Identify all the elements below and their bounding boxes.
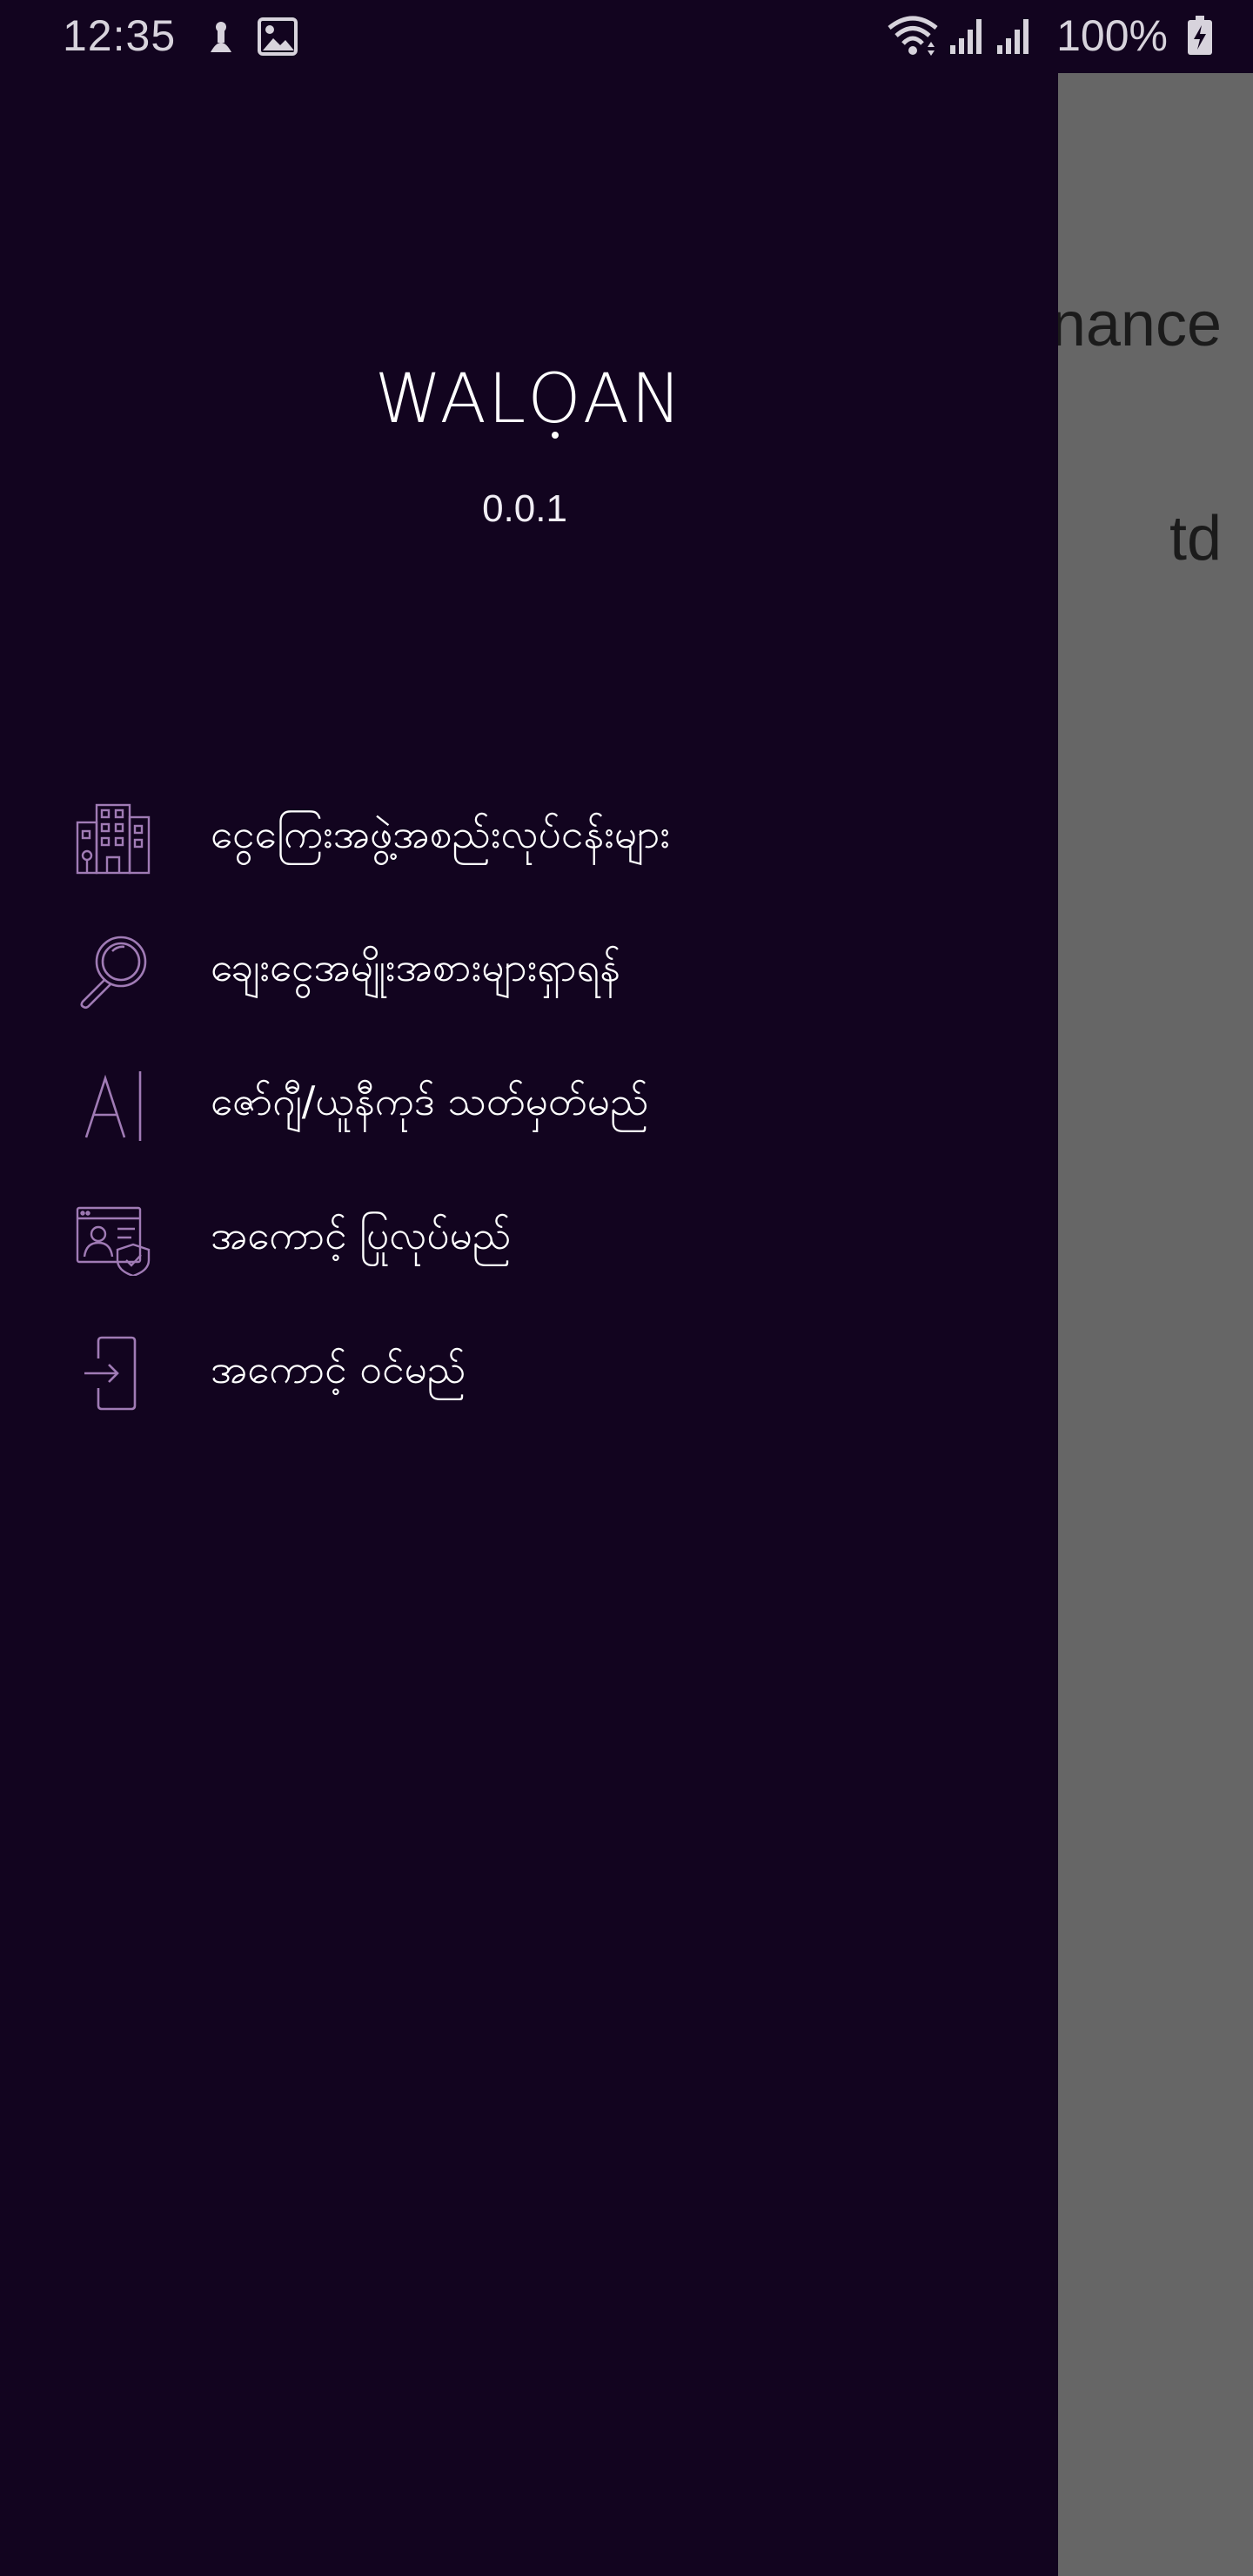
- brand-logo: WALOAN: [0, 360, 1058, 439]
- navigation-drawer: WALOAN 0.0.1 ငွေကြေးအဖွဲ့အစည်းလုပ်ငန်းမျ…: [0, 0, 1058, 2576]
- status-time: 12:35: [63, 11, 177, 60]
- background-text-line-2: td: [1169, 504, 1222, 574]
- signal-icon: [994, 16, 1035, 59]
- usb-icon: [202, 17, 240, 59]
- battery-percentage: 100%: [1056, 11, 1168, 60]
- menu-item-label: ဇော်ဂျီ/ယူနီကုဒ် သတ်မှတ်မည်: [211, 1077, 649, 1124]
- brand-logo-suffix: AN: [582, 360, 684, 439]
- brand-logo-prefix: WAL: [374, 360, 528, 439]
- menu-item-label: ချေးငွေအမျိုးအစားများရှာရန်: [211, 943, 620, 990]
- login-icon: [71, 1332, 155, 1415]
- menu-item-label: အကောင့် ဝင်မည်: [211, 1345, 466, 1392]
- wifi-icon: [886, 14, 940, 61]
- status-bar: 12:35 100%: [0, 0, 1253, 73]
- building-icon: [71, 796, 155, 880]
- font-icon: [71, 1063, 155, 1147]
- menu-item-financial-institutions[interactable]: ငွေကြေးအဖွဲ့အစည်းလုပ်ငန်းများ: [0, 773, 1058, 903]
- register-account-icon: [71, 1197, 155, 1281]
- app-version: 0.0.1: [482, 487, 567, 530]
- menu-item-login[interactable]: အကောင့် ဝင်မည်: [0, 1308, 1058, 1439]
- menu-item-label: ငွေကြေးအဖွဲ့အစည်းလုပ်ငန်းများ: [211, 809, 671, 857]
- signal-icon: [947, 16, 988, 59]
- menu-item-register[interactable]: အကောင့် ပြုလုပ်မည်: [0, 1174, 1058, 1305]
- battery-charging-icon: [1187, 16, 1213, 59]
- search-icon: [71, 929, 155, 1013]
- menu-item-label: အကောင့် ပြုလုပ်မည်: [211, 1211, 512, 1258]
- background-text-line-1: nance: [1050, 290, 1222, 359]
- image-icon: [258, 17, 298, 59]
- menu-item-font-setting[interactable]: ဇော်ဂျီ/ယူနီကုဒ် သတ်မှတ်မည်: [0, 1040, 1058, 1171]
- brand-logo-o: O: [527, 360, 583, 439]
- menu-item-search-loan-types[interactable]: ချေးငွေအမျိုးအစားများရှာရန်: [0, 906, 1058, 1036]
